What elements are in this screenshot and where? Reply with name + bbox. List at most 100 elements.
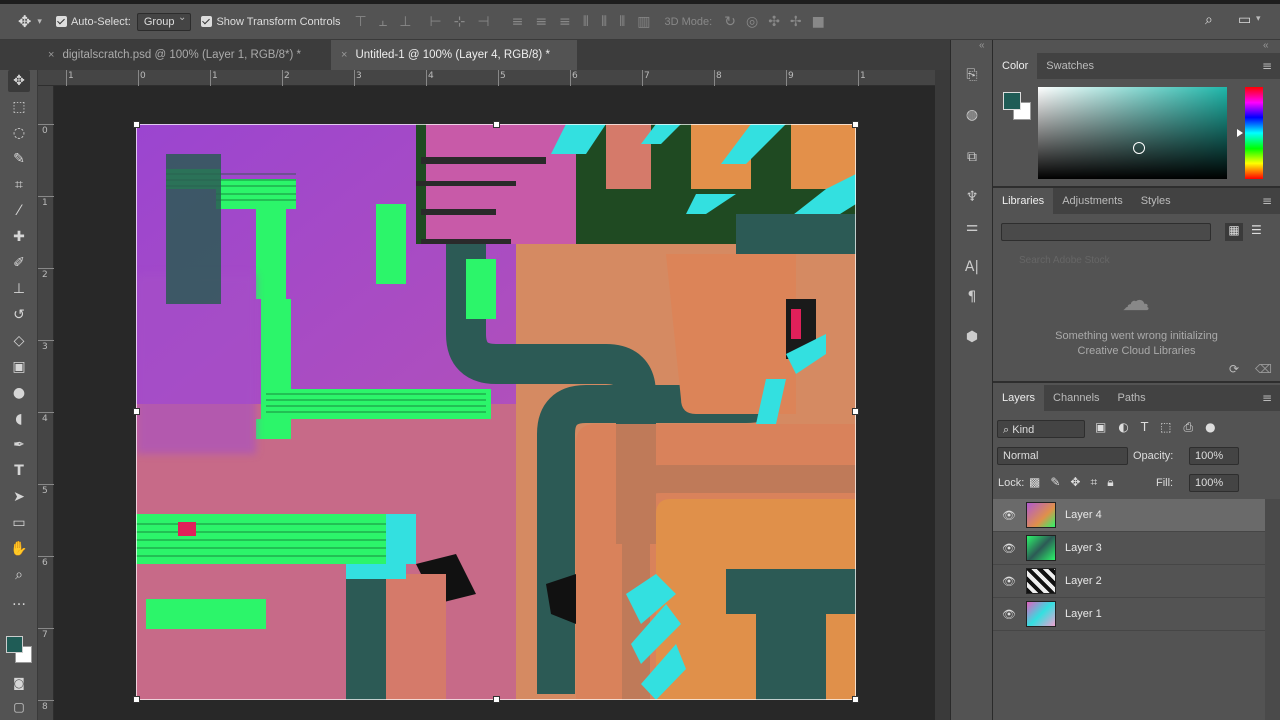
panel-menu-icon[interactable]: ≡ (1262, 391, 1272, 405)
tab-swatches[interactable]: Swatches (1037, 53, 1103, 79)
workspace-icon[interactable]: ▭ (1238, 12, 1251, 28)
distribute-vcenter-icon[interactable]: ≡ (535, 14, 547, 30)
move-tool-icon[interactable]: ✥ (8, 70, 30, 92)
distribute-bottom-icon[interactable]: ≡ (559, 14, 571, 30)
show-transform-checkbox[interactable]: Show Transform Controls (201, 16, 341, 28)
close-icon[interactable]: × (48, 49, 54, 61)
layer-row-layer-3[interactable]: 👁︎ Layer 3 (993, 532, 1265, 565)
blend-mode-dropdown[interactable]: Normal (997, 447, 1128, 465)
stamp-tool-icon[interactable]: ⊥ (8, 278, 30, 300)
properties-panel-icon[interactable]: ♆ (961, 186, 983, 208)
quick-mask-icon[interactable]: ◙ (8, 672, 30, 694)
align-bottom-icon[interactable]: ⊥ (399, 14, 411, 30)
tab-libraries[interactable]: Libraries (993, 188, 1054, 214)
quick-select-tool-icon[interactable]: ✎ (8, 148, 30, 170)
filter-shape-icon[interactable]: ⬚ (1160, 420, 1171, 435)
transform-handle[interactable] (852, 121, 859, 128)
crop-tool-icon[interactable]: ⌗ (8, 174, 30, 196)
visibility-eye-icon[interactable]: 👁︎ (1002, 575, 1016, 588)
lock-pixels-icon[interactable]: ✎ (1050, 475, 1060, 490)
tab-digitalscratch[interactable]: × digitalscratch.psd @ 100% (Layer 1, RG… (0, 40, 330, 70)
align-left-icon[interactable]: ⊢ (429, 14, 441, 30)
type-tool-icon[interactable]: T (8, 460, 30, 482)
brush-settings-icon[interactable]: ◍ (961, 104, 983, 126)
visibility-eye-icon[interactable]: 👁︎ (1002, 608, 1016, 621)
stock-search-input[interactable]: Search Adobe Stock (1001, 252, 1265, 270)
tab-untitled-1[interactable]: × Untitled-1 @ 100% (Layer 4, RGB/8) * (331, 40, 577, 70)
align-top-icon[interactable]: ⊤ (355, 14, 367, 30)
move-tool-preset[interactable]: ✥ ▾ (18, 12, 42, 31)
distribute-hcenter-icon[interactable]: ⦀ (601, 14, 607, 30)
dodge-tool-icon[interactable]: ◖ (8, 408, 30, 430)
transform-handle[interactable] (133, 408, 140, 415)
cc-sync-icon[interactable]: ⟳ (1229, 362, 1239, 376)
eyedropper-tool-icon[interactable]: ⁄ (8, 200, 30, 222)
foreground-color-swatch[interactable] (6, 636, 23, 653)
healing-tool-icon[interactable]: ✚ (8, 226, 30, 248)
3d-orbit-icon[interactable]: ↻ (724, 14, 736, 30)
3d-slide-icon[interactable]: ✢ (790, 14, 802, 30)
transform-handle[interactable] (133, 121, 140, 128)
filter-adjustment-icon[interactable]: ◐ (1118, 420, 1128, 435)
transform-handle[interactable] (493, 696, 500, 703)
lock-artboard-icon[interactable]: ⌗ (1090, 475, 1097, 490)
visibility-eye-icon[interactable]: 👁︎ (1002, 509, 1016, 522)
library-select[interactable] (1001, 223, 1211, 241)
distribute-left-icon[interactable]: ⦀ (583, 14, 589, 30)
opacity-input[interactable]: 100% (1189, 447, 1239, 465)
history-brush-icon[interactable]: ↺ (8, 304, 30, 326)
3d-pan-icon[interactable]: ✣ (768, 14, 780, 30)
layer-row-layer-2[interactable]: 👁︎ Layer 2 (993, 565, 1265, 598)
color-field[interactable] (1038, 87, 1227, 179)
transform-handle[interactable] (852, 408, 859, 415)
marquee-tool-icon[interactable]: ⬚ (8, 96, 30, 118)
distribute-right-icon[interactable]: ⦀ (619, 14, 625, 30)
auto-align-icon[interactable]: ▥ (637, 14, 650, 30)
collapse-icon[interactable]: « (1263, 40, 1269, 51)
trash-icon[interactable]: ⌫ (1255, 362, 1272, 376)
auto-select-checkbox[interactable]: Auto-Select: (55, 16, 131, 28)
rectangle-tool-icon[interactable]: ▭ (8, 512, 30, 534)
distribute-top-icon[interactable]: ≡ (512, 14, 524, 30)
tab-channels[interactable]: Channels (1044, 385, 1108, 411)
align-right-icon[interactable]: ⊣ (477, 14, 489, 30)
history-panel-icon[interactable]: ⎘ (961, 64, 983, 86)
3d-scale-icon[interactable]: ■ (812, 14, 825, 30)
screen-mode-icon[interactable]: ▢ (8, 696, 30, 718)
align-vcenter-icon[interactable]: ⫠ (379, 14, 387, 30)
layers-scrollbar[interactable] (1265, 499, 1280, 720)
artwork-canvas[interactable] (136, 124, 856, 700)
grid-view-icon[interactable]: ▦ (1225, 223, 1243, 241)
lock-transparency-icon[interactable]: ▩ (1029, 475, 1040, 490)
list-view-icon[interactable]: ☰ (1251, 223, 1262, 237)
zoom-tool-icon[interactable]: ⌕ (8, 564, 30, 586)
transform-handle[interactable] (852, 696, 859, 703)
tab-layers[interactable]: Layers (993, 385, 1045, 411)
color-picker-cursor[interactable] (1133, 142, 1145, 154)
layer-row-layer-1[interactable]: 👁︎ Layer 1 (993, 598, 1265, 631)
align-hcenter-icon[interactable]: ⊹ (454, 14, 466, 30)
fill-input[interactable]: 100% (1189, 474, 1239, 492)
gradient-tool-icon[interactable]: ▣ (8, 356, 30, 378)
blur-tool-icon[interactable]: ● (8, 382, 30, 404)
auto-select-dropdown[interactable]: Group (136, 12, 192, 31)
hue-slider[interactable] (1245, 87, 1263, 179)
more-tools-icon[interactable]: … (8, 590, 30, 612)
pen-tool-icon[interactable]: ✒ (8, 434, 30, 456)
filter-smart-object-icon[interactable]: ⎙ (1184, 420, 1194, 435)
layer-row-layer-4[interactable]: 👁︎ Layer 4 (993, 499, 1265, 532)
lock-position-icon[interactable]: ✥ (1070, 475, 1080, 490)
adjust-sliders-icon[interactable]: ⚌ (961, 216, 983, 238)
transform-handle[interactable] (493, 121, 500, 128)
panel-menu-icon[interactable]: ≡ (1262, 194, 1272, 208)
tab-paths[interactable]: Paths (1109, 385, 1155, 411)
lock-all-icon[interactable]: 🔒︎ (1107, 475, 1113, 490)
paragraph-panel-icon[interactable]: ¶ (961, 286, 983, 308)
transform-handle[interactable] (133, 696, 140, 703)
layer-filter-dropdown[interactable]: ⌕ Kind (997, 420, 1085, 438)
filter-toggle-icon[interactable]: ● (1205, 420, 1215, 435)
3d-panel-icon[interactable]: ⬢ (961, 326, 983, 348)
search-icon[interactable]: ⌕ (1205, 12, 1213, 28)
hue-slider-marker[interactable] (1237, 129, 1243, 137)
lasso-tool-icon[interactable]: ◌ (8, 122, 30, 144)
